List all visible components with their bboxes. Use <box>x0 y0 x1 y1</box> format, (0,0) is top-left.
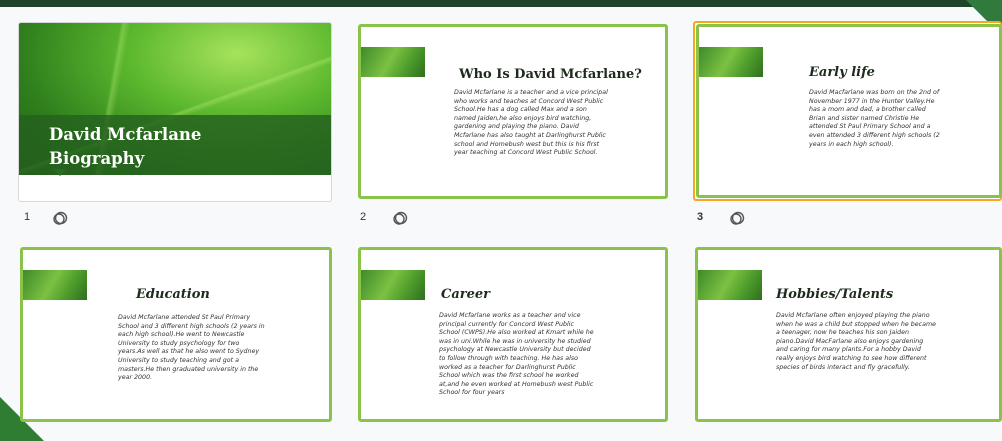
slide-body: David Mcfarlane often enjoyed playing th… <box>776 312 936 371</box>
slide-title: Career <box>441 287 491 302</box>
speaker-notes-icon[interactable] <box>729 210 745 226</box>
speaker-notes-icon[interactable] <box>392 210 408 226</box>
slide-thumbnail-6[interactable]: Hobbies/Talents David Mcfarlane often en… <box>695 247 1002 422</box>
leaf-image <box>361 47 425 77</box>
slide-3-frame: Early life David Macfarlane was born on … <box>696 24 1002 198</box>
slide-body: David Mcfarlane is a teacher and a vice … <box>454 89 608 157</box>
slide-thumbnail-1[interactable]: David Mcfarlane Biography <box>18 22 332 202</box>
slide-title: Early life <box>809 65 875 80</box>
leaf-image <box>361 270 425 300</box>
slide-thumbnail-3-selected[interactable]: Early life David Macfarlane was born on … <box>693 21 1002 201</box>
leaf-image <box>698 270 762 300</box>
slide-thumbnail-4[interactable]: Education David Mcfarlane attended St Pa… <box>20 247 332 422</box>
slide-body: David Mcfarlane works as a teacher and v… <box>439 312 594 397</box>
slide-body: David Mcfarlane attended St Paul Primary… <box>118 314 265 382</box>
slide-body: David Macfarlane was born on the 2nd of … <box>809 89 940 148</box>
leaf-image <box>699 47 763 77</box>
title-band-notch <box>53 169 67 176</box>
slide-title: Who Is David Mcfarlane? <box>459 67 642 82</box>
slide-title: Education <box>136 287 210 302</box>
leaf-image <box>23 270 87 300</box>
top-bar <box>0 0 1002 7</box>
slide-thumbnail-5[interactable]: Career David Mcfarlane works as a teache… <box>358 247 668 422</box>
speaker-notes-icon[interactable] <box>52 210 68 226</box>
slide-number: 3 <box>697 211 704 223</box>
slide-title: David Mcfarlane Biography <box>49 125 202 168</box>
slide-title: Hobbies/Talents <box>776 287 894 302</box>
slide-thumbnail-2[interactable]: Who Is David Mcfarlane? David Mcfarlane … <box>358 24 668 199</box>
slide-number: 2 <box>360 211 367 223</box>
slide-number: 1 <box>24 211 31 223</box>
